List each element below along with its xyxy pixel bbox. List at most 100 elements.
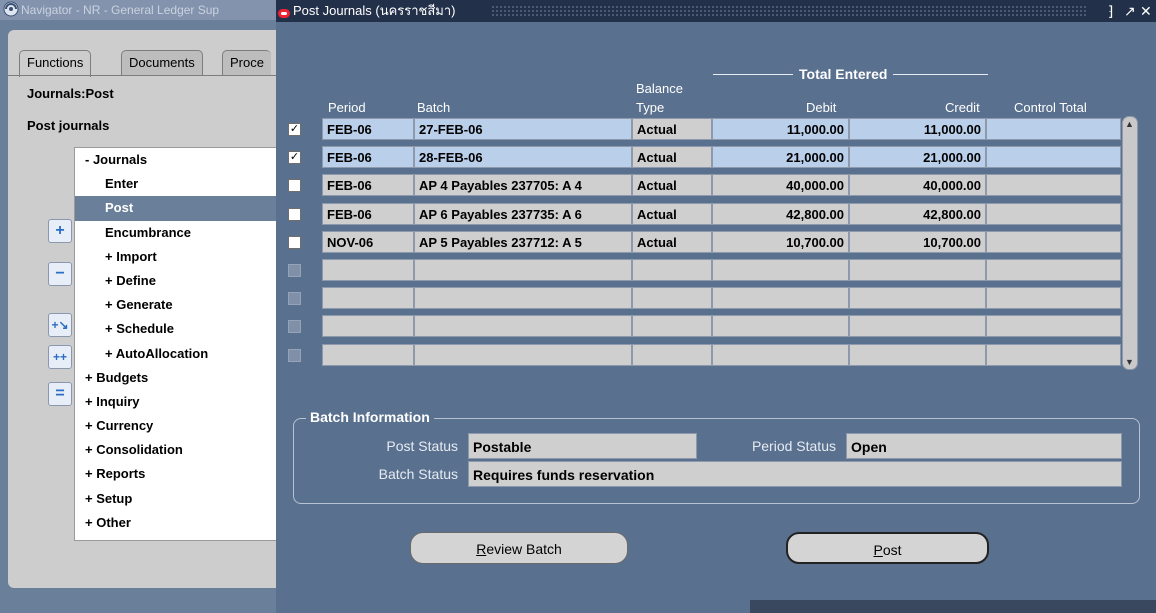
period-cell[interactable]: FEB-06 [322,146,414,169]
period-cell[interactable]: FEB-06 [322,174,414,197]
window-titlebar[interactable]: Post Journals (นครราชสีมา) ⁆ ↗ ✕ [276,0,1156,22]
credit-cell[interactable]: 40,000.00 [849,174,986,197]
period-cell[interactable] [322,315,414,338]
credit-cell[interactable]: 10,700.00 [849,230,986,253]
batch-cell[interactable]: AP 6 Payables 237735: A 6 [414,202,632,225]
credit-cell[interactable] [849,287,986,310]
expand-all-button[interactable]: ++ [48,345,72,369]
row-checkbox[interactable] [288,320,301,334]
type-cell[interactable]: Actual [632,118,712,140]
period-status-field[interactable]: Open [846,433,1122,459]
tree-item[interactable]: + Other [75,511,277,535]
row-checkbox[interactable] [288,264,301,277]
credit-cell[interactable] [849,259,986,281]
tree-item[interactable]: + Reports [75,462,277,486]
control-total-cell[interactable] [986,146,1121,169]
close-icon[interactable]: ✕ [1140,0,1152,22]
batch-cell[interactable] [414,287,632,310]
collapse-all-button[interactable]: = [48,382,72,406]
debit-cell[interactable] [712,315,849,338]
minimize-icon[interactable]: ⁆ [1108,0,1113,22]
tree-item[interactable]: + Schedule [75,317,277,341]
expand-button[interactable]: + [48,219,72,243]
tree-item[interactable]: Post [75,196,277,221]
tab-processes[interactable]: Proce [222,50,271,75]
debit-cell[interactable]: 11,000.00 [712,118,849,140]
type-cell[interactable] [632,343,712,366]
tree-item[interactable]: + Setup [75,487,277,511]
batch-cell[interactable] [414,315,632,338]
row-checkbox[interactable] [288,179,301,193]
row-checkbox[interactable] [288,235,301,249]
navigator-titlebar[interactable]: Navigator - NR - General Ledger Sup [0,0,276,20]
row-checkbox[interactable] [288,348,301,362]
tree-item[interactable]: + Budgets [75,366,277,390]
type-cell[interactable] [632,287,712,310]
credit-cell[interactable] [849,343,986,366]
debit-cell[interactable]: 42,800.00 [712,202,849,225]
debit-cell[interactable] [712,287,849,310]
control-total-cell[interactable] [986,315,1121,338]
collapse-button[interactable]: − [48,262,72,286]
debit-cell[interactable]: 10,700.00 [712,230,849,253]
type-cell[interactable]: Actual [632,146,712,169]
debit-cell[interactable] [712,343,849,366]
control-total-cell[interactable] [986,174,1121,197]
credit-cell[interactable]: 21,000.00 [849,146,986,169]
post-status-field[interactable]: Postable [468,433,697,459]
period-cell[interactable] [322,259,414,281]
row-checkbox[interactable]: ✓ [288,123,301,136]
debit-cell[interactable] [712,259,849,281]
tree-item[interactable]: + AutoAllocation [75,342,277,366]
scroll-up-icon[interactable]: ▲ [1125,119,1134,129]
batch-cell[interactable] [414,259,632,281]
control-total-cell[interactable] [986,118,1121,140]
maximize-icon[interactable]: ↗ [1124,0,1136,22]
tab-functions[interactable]: Functions [19,50,92,77]
debit-cell[interactable]: 40,000.00 [712,174,849,197]
scroll-down-icon[interactable]: ▼ [1125,357,1134,367]
batch-cell[interactable]: AP 4 Payables 237705: A 4 [414,174,632,197]
batch-cell[interactable]: 28-FEB-06 [414,146,632,169]
batch-cell[interactable]: 27-FEB-06 [414,118,632,140]
tree-item[interactable]: + Generate [75,293,277,317]
credit-cell[interactable]: 11,000.00 [849,118,986,140]
period-cell[interactable]: FEB-06 [322,118,414,140]
tree-item[interactable]: - Journals [75,148,277,172]
tree-item[interactable]: + Currency [75,414,277,438]
debit-cell[interactable]: 21,000.00 [712,146,849,169]
row-checkbox[interactable] [288,292,301,306]
vertical-scrollbar[interactable]: ▲ ▼ [1122,116,1138,370]
row-checkbox[interactable]: ✓ [288,151,301,165]
control-total-cell[interactable] [986,259,1121,281]
control-total-cell[interactable] [986,287,1121,310]
tree-item[interactable]: + Consolidation [75,438,277,462]
control-total-cell[interactable] [986,343,1121,366]
credit-cell[interactable]: 42,800.00 [849,202,986,225]
review-batch-button[interactable]: Review Batch [410,532,628,564]
period-cell[interactable]: FEB-06 [322,202,414,225]
type-cell[interactable]: Actual [632,174,712,197]
tree-item[interactable]: Encumbrance [75,221,277,245]
credit-cell[interactable] [849,315,986,338]
type-cell[interactable] [632,315,712,338]
batch-cell[interactable] [414,343,632,366]
tree-item[interactable]: + Import [75,245,277,269]
tree-item[interactable]: Enter [75,172,277,196]
control-total-cell[interactable] [986,202,1121,225]
row-checkbox[interactable] [288,207,301,221]
expand-branch-button[interactable]: +↘ [48,313,72,337]
function-tree[interactable]: - Journals Enter Post Encumbrance + Import + … [74,147,277,541]
period-cell[interactable]: NOV-06 [322,230,414,253]
period-cell[interactable] [322,343,414,366]
tree-item[interactable]: + Define [75,269,277,293]
batch-status-field[interactable]: Requires funds reservation [468,461,1122,487]
post-button[interactable]: Post [786,532,989,564]
period-cell[interactable] [322,287,414,310]
tab-documents[interactable]: Documents [121,50,203,75]
type-cell[interactable] [632,259,712,281]
type-cell[interactable]: Actual [632,202,712,225]
type-cell[interactable]: Actual [632,230,712,253]
batch-cell[interactable]: AP 5 Payables 237712: A 5 [414,230,632,253]
tree-item[interactable]: + Inquiry [75,390,277,414]
